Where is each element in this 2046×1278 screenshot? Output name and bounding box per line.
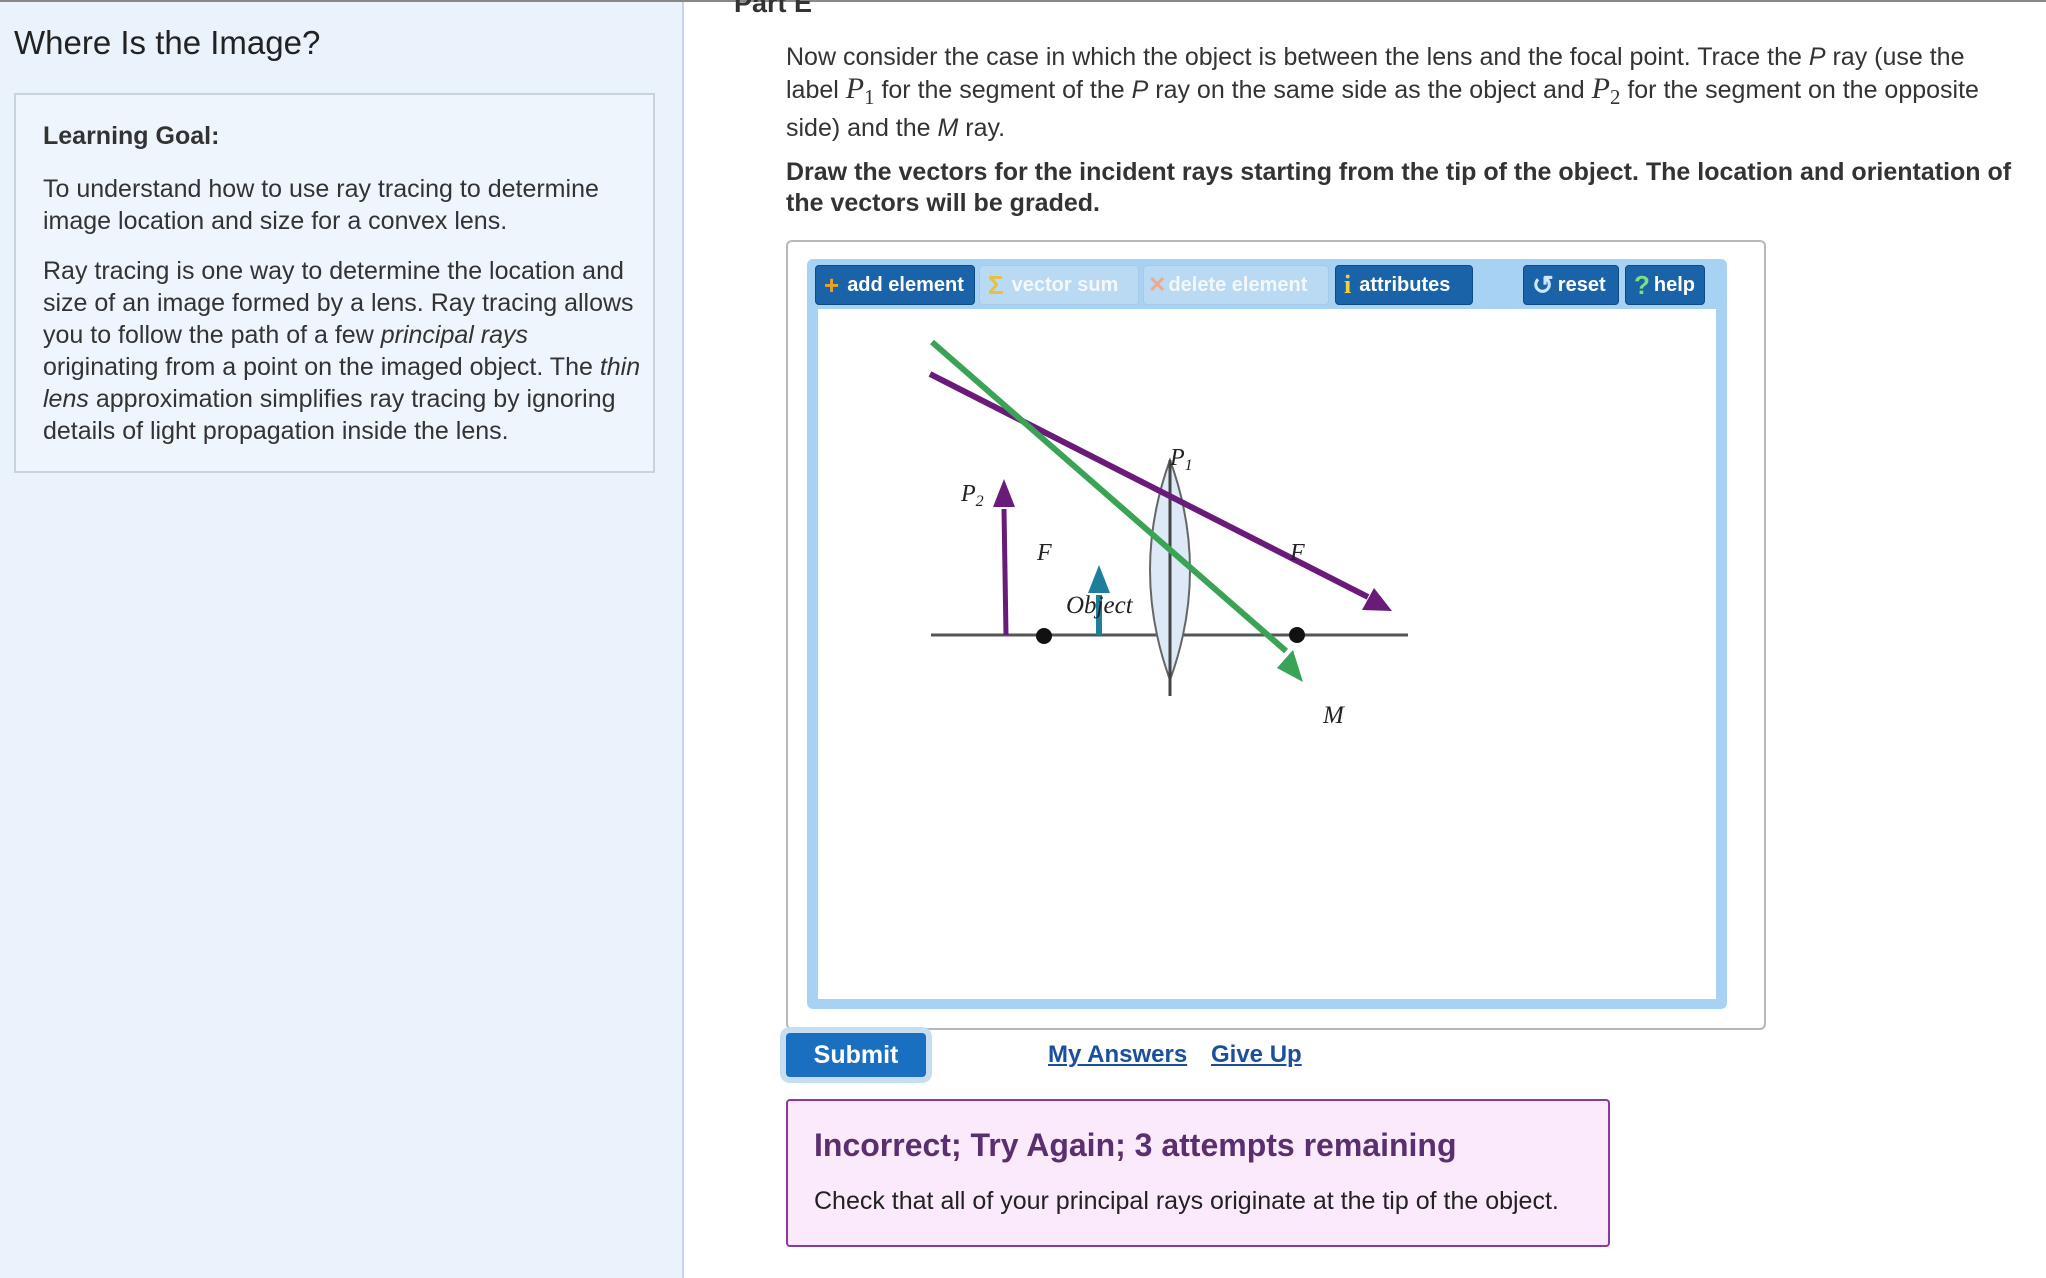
focal-point-left	[1036, 628, 1052, 644]
ray-tracing-description: Ray tracing is one way to determine the …	[43, 257, 641, 445]
attributes-button[interactable]: i attributes	[1335, 265, 1473, 305]
help-button[interactable]: ? help	[1625, 265, 1705, 305]
main-content: Part E Now consider the case in which th…	[684, 0, 2046, 1278]
label-p1: P1	[1169, 445, 1193, 474]
learning-goal-heading: Learning Goal:	[43, 122, 220, 150]
focal-point-right	[1289, 627, 1305, 643]
drawing-canvas[interactable]: P1 P2 F F Object M	[818, 309, 1716, 999]
my-answers-link[interactable]: My Answers	[1048, 1041, 1187, 1069]
reset-button[interactable]: ↺ reset	[1523, 265, 1619, 305]
delete-element-button[interactable]: ✕ delete element	[1143, 265, 1329, 305]
m-ray[interactable]	[930, 339, 1303, 682]
label-p2: P2	[960, 481, 984, 510]
instruction-text: Now consider the case in which the objec…	[786, 43, 1979, 142]
plus-icon: +	[824, 269, 840, 300]
label-m: M	[1322, 702, 1345, 729]
drawing-tool-panel: + add element Σ vector sum ✕ delete elem…	[807, 259, 1727, 1009]
feedback-title: Incorrect; Try Again; 3 attempts remaini…	[814, 1127, 1457, 1163]
left-panel: Where Is the Image? Learning Goal: To un…	[0, 2, 684, 1278]
label-object: Object	[1066, 592, 1134, 619]
feedback-box: Incorrect; Try Again; 3 attempts remaini…	[786, 1099, 1610, 1247]
vector-sum-button[interactable]: Σ vector sum	[979, 265, 1139, 305]
help-icon: ?	[1634, 269, 1650, 300]
label-focal-right: F	[1289, 540, 1305, 566]
learning-goal-text: To understand how to use ray tracing to …	[43, 175, 599, 235]
feedback-message: Check that all of your principal rays or…	[814, 1187, 1559, 1215]
page-title: Where Is the Image?	[14, 24, 321, 61]
info-icon: i	[1344, 270, 1352, 299]
drawing-tool: + add element Σ vector sum ✕ delete elem…	[786, 240, 1766, 1030]
give-up-link[interactable]: Give Up	[1211, 1041, 1302, 1069]
part-title: Part E	[734, 0, 813, 18]
p2-vector[interactable]	[993, 479, 1015, 636]
add-element-button[interactable]: + add element	[815, 265, 975, 305]
submit-button[interactable]: Submit	[786, 1033, 926, 1077]
ray-diagram[interactable]: P1 P2 F F Object M	[818, 309, 1716, 999]
delete-x-icon: ✕	[1148, 272, 1167, 297]
grading-instruction: Draw the vectors for the incident rays s…	[786, 158, 2012, 217]
reset-icon: ↺	[1532, 269, 1554, 300]
label-focal-left: F	[1036, 540, 1052, 566]
sigma-icon: Σ	[988, 269, 1004, 300]
learning-goal-box: Learning Goal: To understand how to use …	[14, 93, 655, 473]
